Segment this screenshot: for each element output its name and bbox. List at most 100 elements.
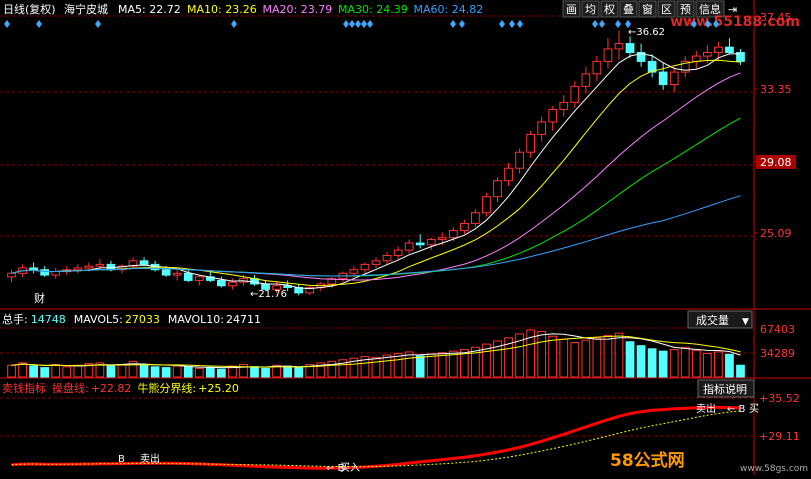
volume-bar [714,351,723,378]
candle-body [84,265,94,269]
volume-bar [658,350,668,378]
signal-label: 卖出 [696,402,716,415]
stock-name: 海宁皮城 [64,2,108,16]
ma-legend-ma20: MA20: 23.79 [263,3,333,16]
volume-bar [393,353,403,378]
volume-bar [725,353,734,378]
indicator-explain-label: 指标说明 [703,382,747,396]
volume-bar [570,342,580,378]
toolbar-button-4[interactable]: 窗 [638,0,657,18]
toolbar-button-0[interactable]: 画 [562,0,581,18]
ma-legend-ma5: MA5: 22.72 [118,3,181,16]
candle-body [658,71,668,86]
price-tick-label: 37.45 [760,11,792,24]
signal-label: B [118,454,125,465]
volume-tick-label: 67403 [760,323,795,336]
volume-bar [559,338,569,378]
candle-body [194,276,204,281]
toolbar-button-1[interactable]: 均 [581,0,600,18]
volume-bar [172,365,182,378]
volume-bar [18,362,27,378]
volume-bar [217,368,226,378]
candle-body [29,267,38,271]
volume-bar [51,363,61,378]
volume-bar [73,364,83,378]
volume-bar [205,367,215,378]
volume-bar [548,335,558,378]
candle-body [669,71,679,86]
candle-body [161,269,171,276]
volume-bar [625,341,635,378]
candle-body [570,85,580,103]
volume-bar [702,353,712,378]
candle-body [415,242,425,246]
volume-bar [537,331,547,378]
candle-body [603,48,613,62]
indicator-explain-button[interactable]: 指标说明 [697,379,755,398]
candle-body [493,180,502,198]
candle-body [172,272,182,276]
stock-chart: 日线(复权) 海宁皮城 MA5: 22.72 MA10: 23.26 MA20: 2… [0,0,811,475]
ma-legend-ma10: MA10: 23.26 [187,3,257,16]
candle-body [73,267,83,271]
volume-bar [283,365,293,378]
candle-body [482,196,491,214]
indicator-tick-label: +29.11 [759,430,800,443]
volume-bar [736,364,745,378]
volume-bar [62,366,72,378]
toolbar-button-3[interactable]: 叠 [619,0,638,18]
candle-body [526,133,535,153]
candle-body [559,101,569,110]
candle-body [581,73,591,87]
candle-body [382,254,392,262]
candle-body [625,43,635,54]
volume-bar [161,367,171,378]
candle-body [504,167,513,182]
volume-bar [636,345,646,378]
ma-legend: MA5: 22.72 MA10: 23.26 MA20: 23.79 MA30: 24… [118,3,483,16]
toolbar-button-label: 权 [604,3,615,16]
candle-body [426,238,436,246]
volume-bar [371,356,381,378]
candle-body [691,55,701,62]
candle-body [371,260,381,265]
toolbar-button-label: 叠 [623,3,634,16]
volume-bar [40,367,50,378]
site-url: www.58gs.com [740,464,808,474]
candle-body [614,43,624,50]
volume-bar [29,365,38,378]
price-tick-label: 29.08 [760,156,792,169]
candle-body [702,52,712,57]
candle-body [548,108,558,123]
indicator-tick-label: +35.52 [759,392,800,405]
price-tick-label: 33.35 [760,83,792,96]
toolbar-button-2[interactable]: 权 [600,0,619,18]
ma-legend-ma30: MA30: 24.39 [338,3,408,16]
volume-bar [669,349,679,378]
candle-body [95,263,105,267]
volume-bar [426,353,436,378]
candle-body [7,272,16,278]
volume-bar [680,346,690,378]
volume-bar [106,365,116,378]
signal-label: 买 [749,403,759,415]
volume-selector[interactable]: 成交量 ▼ [687,310,753,329]
candle-body [139,260,149,265]
candle [482,193,491,217]
volume-header: 总手: 14748 MAVOL5: 27033 MAVOL10: 24711 [2,312,261,326]
candle-body [725,46,734,54]
logo-text: 58公式网 [610,450,685,471]
candle-body [537,121,547,135]
volume-bar [183,366,193,378]
signal-label: ← B [727,404,746,415]
toolbar-button-label: 窗 [642,2,653,16]
candle-body [515,151,524,169]
volume-bar [437,352,447,378]
volume-bar [691,349,701,378]
toolbar-button-label: 均 [585,3,596,16]
price-tick-label: 25.09 [760,227,792,240]
volume-bar [7,364,16,378]
volume-bar [581,339,591,378]
candle-body [393,249,403,256]
low-annotation: ←21.76 [250,289,287,300]
